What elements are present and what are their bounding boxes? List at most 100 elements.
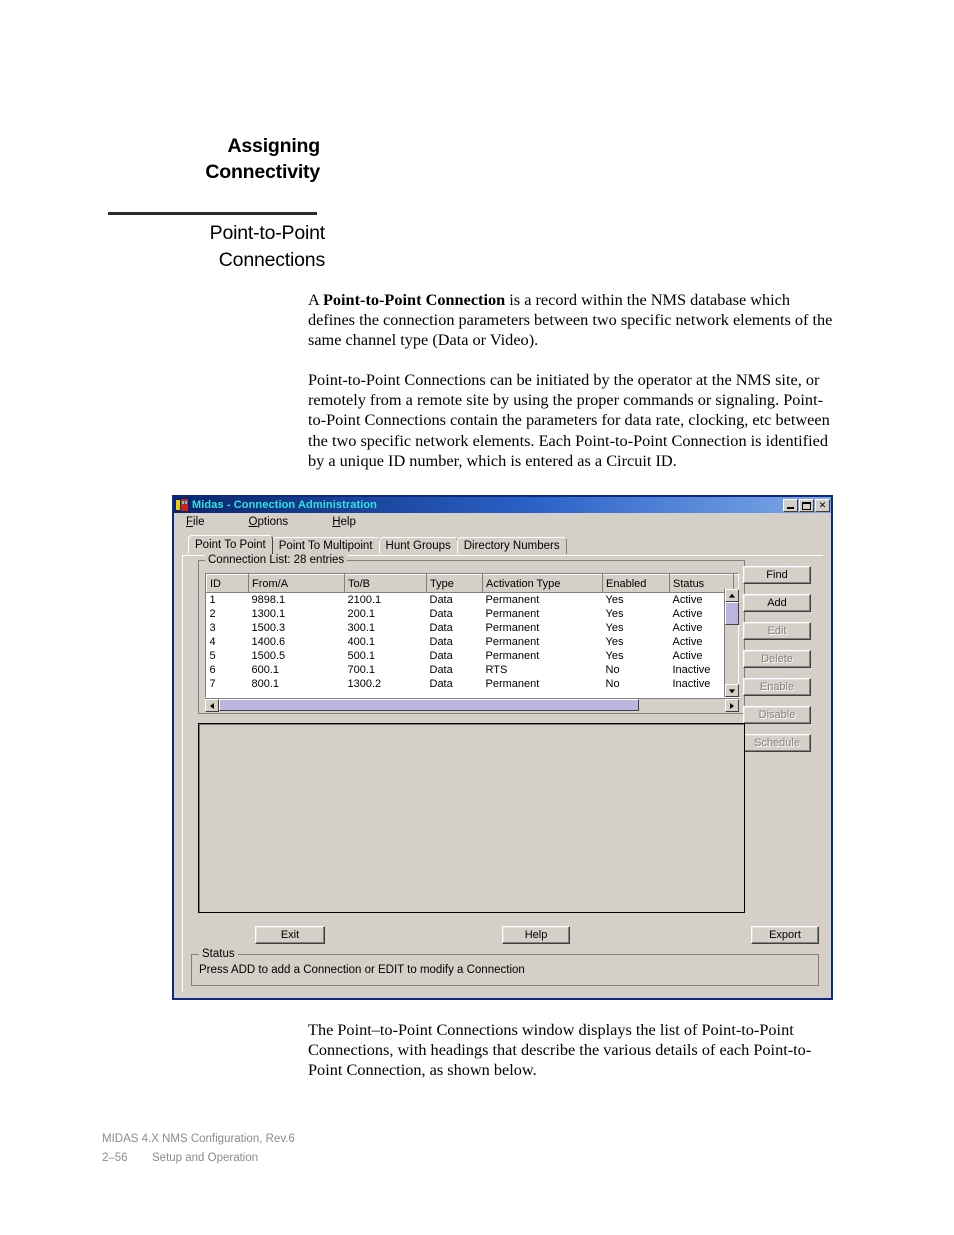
table-row[interactable]: 4 1400.6 400.1 Data Permanent Yes Active… <box>206 635 738 649</box>
cell-id: 3 <box>206 621 249 635</box>
horizontal-scrollbar-thumb[interactable] <box>219 699 639 711</box>
window-controls: ✕ <box>783 498 830 512</box>
cell-from-a: 800.1 <box>248 677 345 691</box>
cell-from-a: 1500.5 <box>248 649 345 663</box>
connection-table-body: 1 9898.1 2100.1 Data Permanent Yes Activ… <box>206 592 738 691</box>
exit-button[interactable]: Exit <box>255 926 325 944</box>
table-row[interactable]: 7 800.1 1300.2 Data Permanent No Inactiv… <box>206 677 738 691</box>
edit-button: Edit <box>743 622 811 640</box>
delete-button: Delete <box>743 650 811 668</box>
cell-activation: Permanent <box>482 677 603 691</box>
menu-item-help[interactable]: Help <box>332 516 356 528</box>
window-titlebar[interactable]: Midas - Connection Administration ✕ <box>174 497 831 513</box>
connection-list-legend: Connection List: 28 entries <box>205 554 348 566</box>
tab-hunt-groups[interactable]: Hunt Groups <box>378 537 458 554</box>
cell-type: Data <box>426 621 483 635</box>
cell-to-b: 400.1 <box>344 635 427 649</box>
action-button-column: Find Add Edit Delete Enable Disable Sche… <box>743 566 811 762</box>
table-row[interactable]: 2 1300.1 200.1 Data Permanent Yes Active… <box>206 607 738 621</box>
cell-activation: Permanent <box>482 621 603 635</box>
status-message: Press ADD to add a Connection or EDIT to… <box>199 964 525 976</box>
paragraph-caption: The Point–to-Point Connections window di… <box>308 1020 812 1080</box>
paragraph-1-bold-term: Point-to-Point Connection <box>322 290 506 309</box>
column-header-type[interactable]: Type <box>426 574 483 593</box>
column-header-from-a[interactable]: From/A <box>248 574 345 593</box>
cell-to-b: 500.1 <box>344 649 427 663</box>
cell-enabled: Yes <box>602 649 670 663</box>
export-button[interactable]: Export <box>751 926 819 944</box>
column-header-to-b[interactable]: To/B <box>344 574 427 593</box>
find-button[interactable]: Find <box>743 566 811 584</box>
close-icon: ✕ <box>818 499 827 510</box>
enable-button: Enable <box>743 678 811 696</box>
cell-id: 4 <box>206 635 249 649</box>
status-legend: Status <box>199 948 238 960</box>
page-footer: MIDAS 4.X NMS Configuration, Rev.6 2–56 S… <box>102 1130 295 1168</box>
scroll-right-icon[interactable] <box>725 699 739 712</box>
disable-button: Disable <box>743 706 811 724</box>
cell-type: Data <box>426 607 483 621</box>
paragraph-1-lead: A <box>308 290 323 309</box>
scroll-down-icon[interactable] <box>725 684 739 697</box>
connection-list-group: Connection List: 28 entries ID From/A To… <box>198 554 745 714</box>
cell-activation: Permanent <box>482 592 603 607</box>
cell-enabled: Yes <box>602 621 670 635</box>
menu-bar: File Options Help <box>174 513 831 532</box>
cell-activation: RTS <box>482 663 603 677</box>
connection-list-grid[interactable]: ID From/A To/B Type Activation Type Enab… <box>205 573 739 698</box>
cell-from-a: 600.1 <box>248 663 345 677</box>
scroll-left-icon[interactable] <box>205 699 219 712</box>
cell-id: 1 <box>206 592 249 607</box>
vertical-scrollbar-thumb[interactable] <box>725 602 739 625</box>
application-window: Midas - Connection Administration ✕ File… <box>172 495 833 1000</box>
tab-point-to-multipoint[interactable]: Point To Multipoint <box>271 537 380 554</box>
table-row[interactable]: 3 1500.3 300.1 Data Permanent Yes Active… <box>206 621 738 635</box>
cell-id: 5 <box>206 649 249 663</box>
table-row[interactable]: 5 1500.5 500.1 Data Permanent Yes Active… <box>206 649 738 663</box>
horizontal-scrollbar-track[interactable] <box>219 699 725 712</box>
cell-id: 2 <box>206 607 249 621</box>
table-row[interactable]: 1 9898.1 2100.1 Data Permanent Yes Activ… <box>206 592 738 607</box>
cell-enabled: Yes <box>602 607 670 621</box>
help-button[interactable]: Help <box>502 926 570 944</box>
paragraph-details: Point-to-Point Connections can be initia… <box>308 370 830 470</box>
menu-item-file[interactable]: File <box>186 516 205 528</box>
window-client-area: Connection List: 28 entries ID From/A To… <box>182 554 823 992</box>
application-icon <box>176 499 189 511</box>
heading-divider <box>108 212 317 215</box>
column-header-activation-type[interactable]: Activation Type <box>482 574 603 593</box>
cell-to-b: 700.1 <box>344 663 427 677</box>
tab-directory-numbers[interactable]: Directory Numbers <box>456 537 567 554</box>
cell-from-a: 1300.1 <box>248 607 345 621</box>
cell-from-a: 1400.6 <box>248 635 345 649</box>
connection-detail-panel <box>198 723 745 913</box>
cell-to-b: 300.1 <box>344 621 427 635</box>
column-header-enabled[interactable]: Enabled <box>602 574 670 593</box>
cell-activation: Permanent <box>482 649 603 663</box>
column-header-id[interactable]: ID <box>206 574 249 593</box>
footer-doc-title: MIDAS 4.X NMS Configuration, Rev.6 <box>102 1133 295 1145</box>
cell-type: Data <box>426 635 483 649</box>
scroll-up-icon[interactable] <box>725 589 739 602</box>
cell-type: Data <box>426 677 483 691</box>
tab-strip: Point To Point Point To Multipoint Hunt … <box>188 535 831 554</box>
table-row[interactable]: 6 600.1 700.1 Data RTS No Inactive test6 <box>206 663 738 677</box>
tab-point-to-point[interactable]: Point To Point <box>188 535 273 554</box>
maximize-button[interactable] <box>799 498 814 512</box>
cell-type: Data <box>426 649 483 663</box>
minimize-button[interactable] <box>783 498 798 512</box>
table-header-row: ID From/A To/B Type Activation Type Enab… <box>206 574 738 593</box>
menu-item-options[interactable]: Options <box>249 516 289 528</box>
horizontal-scrollbar[interactable] <box>205 698 739 712</box>
add-button[interactable]: Add <box>743 594 811 612</box>
cell-enabled: No <box>602 663 670 677</box>
cell-to-b: 2100.1 <box>344 592 427 607</box>
footer-section: Setup and Operation <box>152 1152 259 1164</box>
cell-enabled: No <box>602 677 670 691</box>
cell-enabled: Yes <box>602 635 670 649</box>
cell-to-b: 200.1 <box>344 607 427 621</box>
cell-type: Data <box>426 592 483 607</box>
close-button[interactable]: ✕ <box>815 498 830 512</box>
vertical-scrollbar[interactable] <box>724 589 739 697</box>
footer-page-number: 2–56 <box>102 1152 128 1164</box>
